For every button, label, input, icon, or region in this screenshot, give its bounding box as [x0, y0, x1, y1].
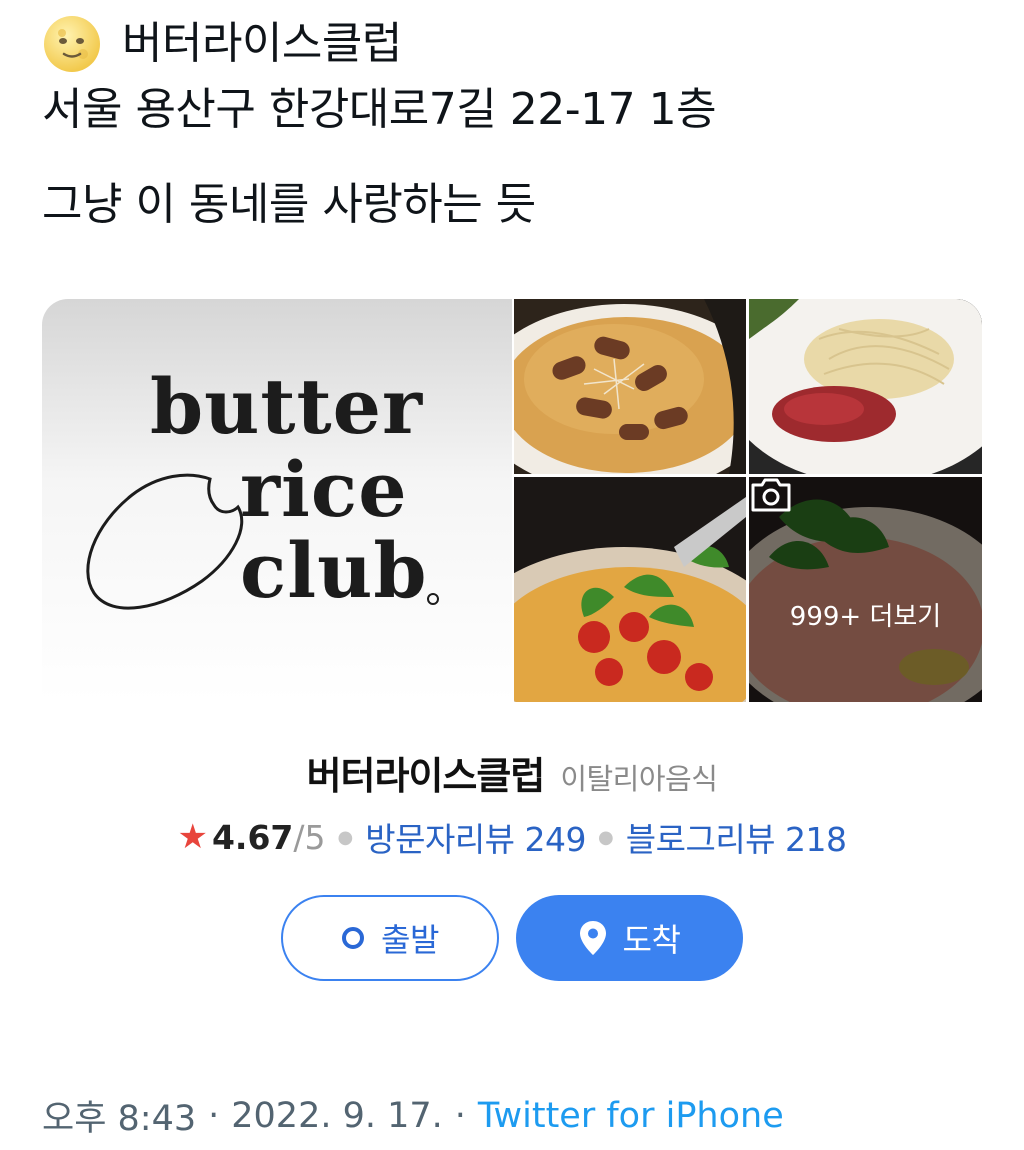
tweet-time[interactable]: 오후 8:43 [42, 1090, 196, 1141]
food-photo-3[interactable] [514, 477, 746, 702]
depart-label: 출발 [381, 921, 439, 959]
rating-max: /5 [293, 817, 326, 857]
logo-word-butter: butter [150, 362, 424, 451]
location-pin-icon [579, 921, 606, 955]
tweet-address: 서울 용산구 한강대로7길 22-17 1층 [42, 84, 717, 135]
spaghetti-tartare-photo-icon [749, 299, 982, 474]
full-moon-face-icon [42, 14, 102, 74]
arrive-button[interactable]: 도착 [516, 895, 743, 981]
rating-separator-dot: ● [337, 826, 354, 848]
place-name[interactable]: 버터라이스클럽 [307, 745, 546, 800]
restaurant-logo[interactable]: butter rice club [42, 299, 512, 702]
place-card[interactable]: butter rice club 999+ 더보기 [42, 299, 982, 702]
origin-dot-icon [342, 927, 365, 949]
more-photos-label: 999+ 더보기 [789, 602, 942, 632]
rating-row: ★ 4.67 /5 ● 방문자리뷰 249 ● 블로그리뷰 218 [0, 813, 1024, 861]
tweet-title-line: 버터라이스클럽 [42, 14, 402, 74]
arrive-label: 도착 [622, 921, 681, 959]
tweet-place-name: 버터라이스클럽 [122, 18, 402, 69]
reviews-separator-dot: ● [598, 826, 614, 848]
food-photo-1[interactable] [514, 299, 746, 474]
tweet-date[interactable]: 2022. 9. 17. [231, 1096, 443, 1136]
place-category: 이탈리아음식 [560, 762, 718, 796]
place-title-row: 버터라이스클럽 이탈리아음식 [0, 745, 1024, 800]
meta-separator-1: · [208, 1095, 220, 1136]
food-photo-2[interactable] [749, 299, 982, 474]
star-icon: ★ [177, 817, 208, 857]
camera-icon [751, 478, 791, 512]
meta-separator-2: · [454, 1095, 466, 1136]
tweet-source-link[interactable]: Twitter for iPhone [478, 1096, 784, 1136]
pasta-sausage-photo-icon [514, 299, 746, 474]
depart-button[interactable]: 출발 [281, 895, 499, 981]
more-photos-tile[interactable]: 999+ 더보기 [749, 477, 982, 702]
tomato-pasta-photo-icon [514, 477, 746, 702]
blog-reviews-link[interactable]: 블로그리뷰 218 [626, 813, 847, 861]
rating-value: 4.67 [211, 817, 294, 857]
logo-word-rice: rice [240, 445, 408, 534]
visitor-reviews-link[interactable]: 방문자리뷰 249 [365, 813, 586, 861]
tweet-comment: 그냥 이 동네를 사랑하는 듯 [42, 179, 536, 230]
tweet-meta: 오후 8:43 · 2022. 9. 17. · Twitter for iPh… [42, 1090, 784, 1141]
logo-word-club: club [240, 526, 428, 615]
